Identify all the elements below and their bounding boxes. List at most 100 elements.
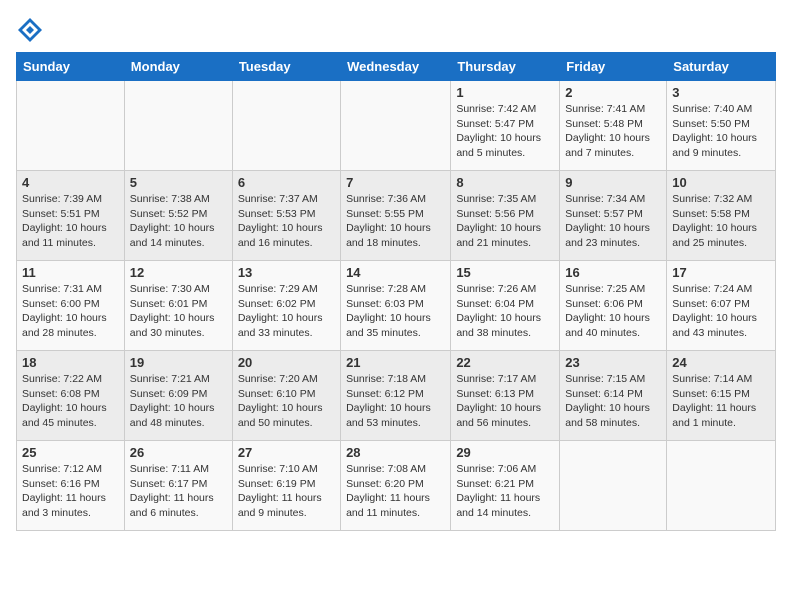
day-number: 10 [672,175,770,190]
day-number: 29 [456,445,554,460]
calendar-cell: 25 Sunrise: 7:12 AMSunset: 6:16 PMDayligh… [17,441,125,531]
day-number: 5 [130,175,227,190]
day-number: 12 [130,265,227,280]
header-day-thursday: Thursday [451,53,560,81]
calendar-cell: 12 Sunrise: 7:30 AMSunset: 6:01 PMDayligh… [124,261,232,351]
logo-icon [16,16,44,44]
day-number: 3 [672,85,770,100]
calendar-cell: 4 Sunrise: 7:39 AMSunset: 5:51 PMDaylight… [17,171,125,261]
day-number: 16 [565,265,661,280]
header-day-tuesday: Tuesday [232,53,340,81]
calendar-cell: 11 Sunrise: 7:31 AMSunset: 6:00 PMDayligh… [17,261,125,351]
day-number: 23 [565,355,661,370]
day-number: 1 [456,85,554,100]
header-day-saturday: Saturday [667,53,776,81]
day-info: Sunrise: 7:21 AMSunset: 6:09 PMDaylight:… [130,372,227,431]
calendar-cell: 15 Sunrise: 7:26 AMSunset: 6:04 PMDayligh… [451,261,560,351]
day-info: Sunrise: 7:18 AMSunset: 6:12 PMDaylight:… [346,372,445,431]
calendar-cell: 16 Sunrise: 7:25 AMSunset: 6:06 PMDayligh… [560,261,667,351]
day-number: 28 [346,445,445,460]
header-day-sunday: Sunday [17,53,125,81]
day-number: 4 [22,175,119,190]
page-header [16,16,776,44]
day-number: 19 [130,355,227,370]
calendar-cell [341,81,451,171]
logo [16,16,48,44]
week-row-3: 11 Sunrise: 7:31 AMSunset: 6:00 PMDayligh… [17,261,776,351]
day-info: Sunrise: 7:25 AMSunset: 6:06 PMDaylight:… [565,282,661,341]
day-info: Sunrise: 7:41 AMSunset: 5:48 PMDaylight:… [565,102,661,161]
day-number: 6 [238,175,335,190]
day-number: 9 [565,175,661,190]
calendar-cell [667,441,776,531]
day-number: 13 [238,265,335,280]
day-number: 18 [22,355,119,370]
calendar-cell: 9 Sunrise: 7:34 AMSunset: 5:57 PMDaylight… [560,171,667,261]
day-info: Sunrise: 7:32 AMSunset: 5:58 PMDaylight:… [672,192,770,251]
day-number: 26 [130,445,227,460]
week-row-5: 25 Sunrise: 7:12 AMSunset: 6:16 PMDayligh… [17,441,776,531]
calendar-cell: 20Sunrise: 7:20 AMSunset: 6:10 PMDayligh… [232,351,340,441]
calendar-cell: 8 Sunrise: 7:35 AMSunset: 5:56 PMDaylight… [451,171,560,261]
header-day-monday: Monday [124,53,232,81]
day-info: Sunrise: 7:31 AMSunset: 6:00 PMDaylight:… [22,282,119,341]
day-info: Sunrise: 7:34 AMSunset: 5:57 PMDaylight:… [565,192,661,251]
calendar-cell: 28 Sunrise: 7:08 AMSunset: 6:20 PMDayligh… [341,441,451,531]
day-number: 11 [22,265,119,280]
calendar-cell: 2 Sunrise: 7:41 AMSunset: 5:48 PMDaylight… [560,81,667,171]
calendar-table: SundayMondayTuesdayWednesdayThursdayFrid… [16,52,776,531]
day-info: Sunrise: 7:35 AMSunset: 5:56 PMDaylight:… [456,192,554,251]
calendar-cell: 13 Sunrise: 7:29 AMSunset: 6:02 PMDayligh… [232,261,340,351]
day-number: 21 [346,355,445,370]
day-info: Sunrise: 7:24 AMSunset: 6:07 PMDaylight:… [672,282,770,341]
day-number: 24 [672,355,770,370]
day-info: Sunrise: 7:17 AMSunset: 6:13 PMDaylight:… [456,372,554,431]
header-row: SundayMondayTuesdayWednesdayThursdayFrid… [17,53,776,81]
day-info: Sunrise: 7:38 AMSunset: 5:52 PMDaylight:… [130,192,227,251]
calendar-cell: 14Sunrise: 7:28 AMSunset: 6:03 PMDayligh… [341,261,451,351]
day-info: Sunrise: 7:22 AMSunset: 6:08 PMDaylight:… [22,372,119,431]
day-info: Sunrise: 7:26 AMSunset: 6:04 PMDaylight:… [456,282,554,341]
week-row-1: 1Sunrise: 7:42 AMSunset: 5:47 PMDaylight… [17,81,776,171]
calendar-cell: 10 Sunrise: 7:32 AMSunset: 5:58 PMDayligh… [667,171,776,261]
day-number: 8 [456,175,554,190]
calendar-cell: 19 Sunrise: 7:21 AMSunset: 6:09 PMDayligh… [124,351,232,441]
day-info: Sunrise: 7:30 AMSunset: 6:01 PMDaylight:… [130,282,227,341]
header-day-friday: Friday [560,53,667,81]
calendar-cell: 22 Sunrise: 7:17 AMSunset: 6:13 PMDayligh… [451,351,560,441]
day-info: Sunrise: 7:15 AMSunset: 6:14 PMDaylight:… [565,372,661,431]
day-info: Sunrise: 7:20 AMSunset: 6:10 PMDaylight:… [238,372,335,431]
calendar-cell: 27Sunrise: 7:10 AMSunset: 6:19 PMDayligh… [232,441,340,531]
day-number: 14 [346,265,445,280]
week-row-4: 18 Sunrise: 7:22 AMSunset: 6:08 PMDayligh… [17,351,776,441]
day-info: Sunrise: 7:40 AMSunset: 5:50 PMDaylight:… [672,102,770,161]
day-info: Sunrise: 7:12 AMSunset: 6:16 PMDaylight:… [22,462,119,521]
day-number: 17 [672,265,770,280]
calendar-cell: 17 Sunrise: 7:24 AMSunset: 6:07 PMDayligh… [667,261,776,351]
calendar-cell: 23 Sunrise: 7:15 AMSunset: 6:14 PMDayligh… [560,351,667,441]
day-info: Sunrise: 7:08 AMSunset: 6:20 PMDaylight:… [346,462,445,521]
calendar-cell: 1Sunrise: 7:42 AMSunset: 5:47 PMDaylight… [451,81,560,171]
calendar-cell [124,81,232,171]
day-number: 25 [22,445,119,460]
day-number: 15 [456,265,554,280]
header-day-wednesday: Wednesday [341,53,451,81]
calendar-cell [232,81,340,171]
day-info: Sunrise: 7:37 AMSunset: 5:53 PMDaylight:… [238,192,335,251]
calendar-cell: 3 Sunrise: 7:40 AMSunset: 5:50 PMDaylight… [667,81,776,171]
day-info: Sunrise: 7:10 AMSunset: 6:19 PMDaylight:… [238,462,335,521]
day-info: Sunrise: 7:14 AMSunset: 6:15 PMDaylight:… [672,372,770,431]
calendar-cell: 21 Sunrise: 7:18 AMSunset: 6:12 PMDayligh… [341,351,451,441]
day-info: Sunrise: 7:39 AMSunset: 5:51 PMDaylight:… [22,192,119,251]
day-info: Sunrise: 7:36 AMSunset: 5:55 PMDaylight:… [346,192,445,251]
calendar-cell [560,441,667,531]
week-row-2: 4 Sunrise: 7:39 AMSunset: 5:51 PMDaylight… [17,171,776,261]
day-info: Sunrise: 7:29 AMSunset: 6:02 PMDaylight:… [238,282,335,341]
calendar-cell: 24 Sunrise: 7:14 AMSunset: 6:15 PMDayligh… [667,351,776,441]
day-number: 2 [565,85,661,100]
day-number: 22 [456,355,554,370]
day-number: 7 [346,175,445,190]
day-info: Sunrise: 7:06 AMSunset: 6:21 PMDaylight:… [456,462,554,521]
calendar-cell: 18 Sunrise: 7:22 AMSunset: 6:08 PMDayligh… [17,351,125,441]
calendar-cell: 29 Sunrise: 7:06 AMSunset: 6:21 PMDayligh… [451,441,560,531]
